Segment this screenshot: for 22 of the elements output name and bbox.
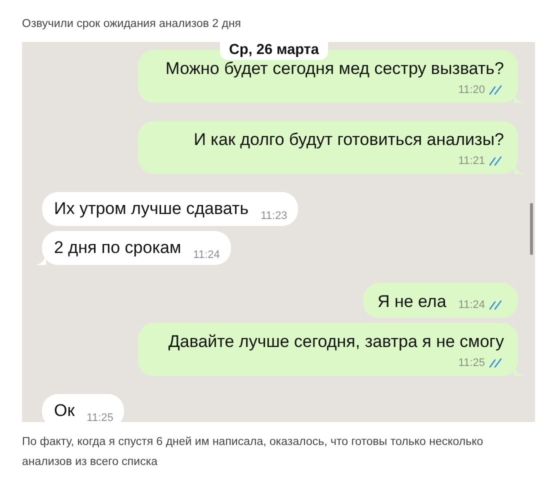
message-text: 2 дня по срокам [54,237,182,259]
message-text: Ок [54,400,75,422]
scrollbar[interactable] [530,203,533,255]
double-check-icon [489,300,504,310]
double-check-icon [489,358,504,368]
message-time: 11:25 [458,356,485,371]
message-time: 11:24 [193,248,220,262]
date-label: Ср, 26 марта [220,42,328,60]
caption: Озвучили срок ожидания анализов 2 дня [22,17,242,32]
message-text: Их утром лучше сдавать [54,198,249,220]
message-time: 11:23 [260,208,288,224]
message-time: 11:25 [86,410,114,422]
message-text: И как долго будут готовиться анализы? [194,129,504,151]
message-text: Давайте лучше сегодня, завтра я не смогу [168,331,504,353]
message-text: Можно будет сегодня мед сестру вызвать? [166,58,504,80]
message-time: 11:20 [458,82,485,98]
message-text: Я не ела [377,291,446,313]
message-time: 11:21 [458,154,485,169]
double-check-icon [489,156,504,166]
double-check-icon [489,85,504,95]
caption: По факту, когда я спустя 6 дней им написала, оказалось, что готовы только несколько анализов из всего списка [22,435,484,470]
message-time: 11:24 [458,298,485,313]
